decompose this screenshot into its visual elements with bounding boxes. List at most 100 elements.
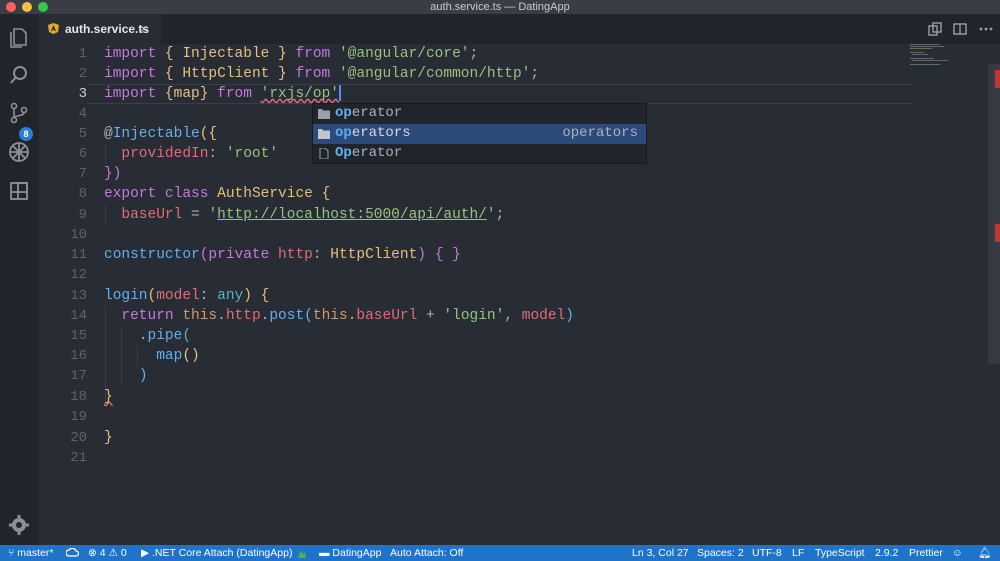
suggestion-label: operators bbox=[335, 125, 411, 141]
brace: } bbox=[278, 66, 287, 82]
code-line-8: export class AuthService { bbox=[104, 184, 330, 204]
workspace-folder[interactable]: ▬ DatingApp bbox=[319, 545, 381, 561]
suggestion-match: op bbox=[335, 105, 352, 121]
semicolon: ; bbox=[530, 66, 540, 82]
folder-icon bbox=[318, 129, 330, 139]
paren: ) bbox=[138, 368, 148, 384]
autocomplete-suggestions: operator operators operators Operator bbox=[312, 103, 647, 164]
dot: . bbox=[217, 308, 226, 324]
warning-icon: ⚠ bbox=[108, 547, 118, 559]
ts-version[interactable]: 2.9.2 bbox=[875, 545, 898, 561]
tab-close-icon[interactable]: × bbox=[140, 21, 148, 36]
paren: ( bbox=[182, 328, 192, 344]
keyword: from bbox=[217, 86, 252, 102]
semicolon: ; bbox=[469, 46, 479, 62]
keyword: from bbox=[295, 46, 331, 62]
brace: { bbox=[164, 46, 174, 62]
notifications-bell-icon[interactable]: 🔔︎ bbox=[978, 545, 991, 561]
vertical-scrollbar[interactable] bbox=[988, 44, 1000, 545]
debug-config[interactable]: ▶ .NET Core Attach (DatingApp) bbox=[141, 545, 292, 561]
quote: ' bbox=[208, 207, 218, 223]
decorator-at: @ bbox=[104, 126, 113, 142]
identifier: Injectable bbox=[182, 46, 270, 62]
folder-icon: ▬ bbox=[319, 547, 330, 559]
file-icon bbox=[319, 148, 329, 159]
brace: } bbox=[278, 46, 287, 62]
suggestion-item-selected[interactable]: operators operators bbox=[313, 124, 646, 144]
function-name: map bbox=[156, 348, 183, 364]
explorer-icon[interactable] bbox=[8, 26, 30, 48]
debug-icon[interactable] bbox=[8, 141, 30, 163]
language-mode[interactable]: TypeScript bbox=[815, 545, 865, 561]
line-number: 8 bbox=[78, 186, 87, 202]
paren: ) bbox=[565, 308, 574, 324]
suggestion-item[interactable]: operator bbox=[313, 104, 646, 124]
code-line-7: }) bbox=[104, 164, 121, 184]
tab-label: auth.service.ts bbox=[65, 22, 150, 36]
tab-auth-service[interactable]: auth.service.ts × bbox=[39, 14, 161, 44]
string-literal: 'login' bbox=[443, 308, 505, 324]
auto-attach[interactable]: Auto Attach: Off bbox=[390, 545, 463, 561]
folder-icon bbox=[318, 109, 330, 119]
parens: () bbox=[182, 348, 200, 364]
keyword: return bbox=[121, 308, 174, 324]
error-marker bbox=[995, 70, 1000, 88]
brace: { bbox=[164, 86, 174, 102]
cursor-position[interactable]: Ln 3, Col 27 bbox=[632, 545, 689, 561]
angular-file-icon bbox=[48, 23, 59, 34]
code-line-2: import { HttpClient } from '@angular/com… bbox=[104, 64, 539, 84]
keyword: private bbox=[208, 247, 270, 263]
line-number: 21 bbox=[70, 450, 87, 466]
sync-icon[interactable] bbox=[65, 545, 80, 561]
parameter: http bbox=[278, 247, 313, 263]
line-number: 19 bbox=[70, 409, 87, 425]
property: baseUrl bbox=[121, 207, 183, 223]
this-keyword: this bbox=[182, 308, 218, 324]
open-changes-icon[interactable] bbox=[927, 21, 943, 37]
paren: ( bbox=[147, 288, 157, 304]
window-title: auth.service.ts — DatingApp bbox=[430, 1, 570, 13]
end-of-line[interactable]: LF bbox=[792, 545, 804, 561]
git-branch[interactable]: ⑂ master* bbox=[8, 545, 53, 561]
feedback-smiley-icon[interactable]: ☺ bbox=[952, 545, 963, 561]
identifier: HttpClient bbox=[182, 66, 270, 82]
extensions-icon[interactable] bbox=[8, 180, 30, 202]
function-name: login bbox=[104, 288, 148, 304]
line-number: 2 bbox=[78, 66, 87, 82]
keyword: import bbox=[104, 46, 157, 62]
line-number: 13 bbox=[70, 288, 87, 304]
suggestion-detail: operators bbox=[562, 125, 638, 141]
identifier: map bbox=[173, 86, 200, 102]
encoding[interactable]: UTF-8 bbox=[752, 545, 782, 561]
suggestion-item[interactable]: Operator bbox=[313, 144, 646, 164]
keyword: import bbox=[104, 66, 157, 82]
decorator-name: Injectable bbox=[112, 126, 200, 142]
url-link[interactable]: http://localhost:5000/api/auth/ bbox=[217, 207, 487, 223]
settings-gear-icon[interactable] bbox=[8, 514, 30, 536]
source-control-badge: 8 bbox=[19, 127, 33, 141]
code-line-11: constructor(private http: HttpClient) { … bbox=[104, 245, 461, 265]
string-literal: '@angular/common/http' bbox=[338, 66, 531, 82]
semicolon: ; bbox=[495, 207, 505, 223]
indentation[interactable]: Spaces: 2 bbox=[697, 545, 744, 561]
string-literal: 'root' bbox=[225, 146, 279, 162]
method-name: pipe bbox=[147, 328, 183, 344]
error-icon: ⊗ bbox=[88, 547, 97, 559]
problems-indicator[interactable]: ⊗ 4 ⚠ 0 bbox=[88, 545, 127, 561]
line-number: 10 bbox=[70, 227, 87, 243]
line-number: 9 bbox=[78, 207, 87, 223]
brace: { bbox=[260, 288, 270, 304]
brace: } bbox=[104, 389, 113, 405]
line-number: 3 bbox=[78, 86, 87, 102]
paren: ( bbox=[304, 308, 313, 324]
more-actions-icon[interactable] bbox=[978, 21, 994, 37]
search-icon[interactable] bbox=[8, 64, 30, 86]
type-name: any bbox=[217, 288, 244, 304]
scrollbar-thumb[interactable] bbox=[988, 64, 1000, 364]
minimap[interactable] bbox=[910, 44, 990, 74]
split-editor-icon[interactable] bbox=[952, 21, 968, 37]
source-control-icon[interactable] bbox=[8, 102, 30, 124]
paren: ) bbox=[417, 247, 426, 263]
live-share-icon[interactable] bbox=[296, 545, 307, 561]
formatter[interactable]: Prettier bbox=[909, 545, 943, 561]
